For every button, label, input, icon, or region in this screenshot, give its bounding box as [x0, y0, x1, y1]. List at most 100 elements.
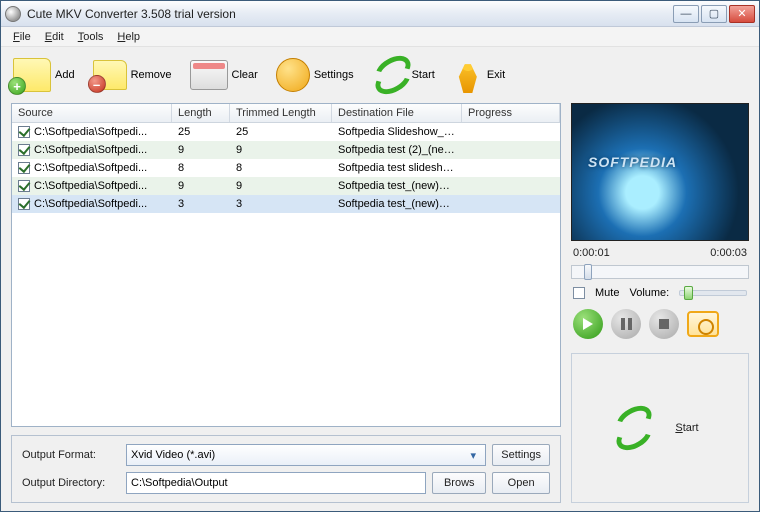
mute-checkbox[interactable] — [573, 287, 585, 299]
cell-trimmed: 9 — [230, 179, 332, 193]
browse-button[interactable]: Brows — [432, 472, 486, 494]
cell-dest: Softpedia test slidesho... — [332, 161, 462, 175]
time-current: 0:00:01 — [573, 247, 610, 259]
watermark: SOFTPEDIA — [588, 154, 677, 170]
stop-icon — [659, 319, 669, 329]
minus-icon: – — [88, 75, 106, 93]
clear-label: Clear — [232, 69, 258, 81]
row-checkbox[interactable] — [18, 198, 30, 210]
table-row[interactable]: C:\Softpedia\Softpedi...88Softpedia test… — [12, 159, 560, 177]
menu-file[interactable]: File — [7, 29, 37, 45]
cell-dest: Softpedia test_(new)_ip... — [332, 197, 462, 211]
mute-label: Mute — [595, 287, 619, 299]
table-row[interactable]: C:\Softpedia\Softpedi...99Softpedia test… — [12, 141, 560, 159]
cell-dest: Softpedia Slideshow_(n... — [332, 125, 462, 139]
toolbar: + Add – Remove Clear Settings Start Exit — [1, 47, 759, 103]
note-icon: + — [13, 58, 51, 92]
plus-icon: + — [8, 77, 26, 95]
note-icon: – — [93, 60, 127, 90]
titlebar[interactable]: Cute MKV Converter 3.508 trial version —… — [1, 1, 759, 27]
format-combo[interactable]: Xvid Video (*.avi) ▾ — [126, 444, 486, 466]
refresh-icon — [372, 58, 408, 92]
seek-thumb[interactable] — [584, 264, 592, 280]
cell-trimmed: 9 — [230, 143, 332, 157]
add-label: Add — [55, 69, 75, 81]
volume-thumb[interactable] — [684, 286, 693, 300]
pause-icon — [621, 318, 632, 330]
table-row[interactable]: C:\Softpedia\Softpedi...2525Softpedia Sl… — [12, 123, 560, 141]
cell-source: C:\Softpedia\Softpedi... — [34, 144, 147, 156]
remove-label: Remove — [131, 69, 172, 81]
cell-source: C:\Softpedia\Softpedi... — [34, 180, 147, 192]
table-row[interactable]: C:\Softpedia\Softpedi...33Softpedia test… — [12, 195, 560, 213]
cell-length: 9 — [172, 143, 230, 157]
cell-length: 3 — [172, 197, 230, 211]
format-value: Xvid Video (*.avi) — [131, 449, 215, 461]
close-button[interactable]: ✕ — [729, 5, 755, 23]
exit-button[interactable]: Exit — [453, 57, 505, 93]
snapshot-button[interactable] — [687, 311, 719, 337]
play-icon — [583, 318, 593, 330]
clear-button[interactable]: Clear — [190, 60, 258, 90]
menu-edit[interactable]: Edit — [39, 29, 70, 45]
start-button[interactable]: Start — [372, 58, 435, 92]
format-label: Output Format: — [22, 449, 120, 461]
settings-button[interactable]: Settings — [276, 58, 354, 92]
start-panel: Start — [571, 353, 749, 503]
remove-button[interactable]: – Remove — [93, 60, 172, 90]
cell-source: C:\Softpedia\Softpedi... — [34, 198, 147, 210]
start-conversion-button[interactable]: Start — [667, 417, 706, 439]
cell-trimmed: 25 — [230, 125, 332, 139]
seek-slider[interactable] — [571, 265, 749, 279]
time-total: 0:00:03 — [710, 247, 747, 259]
pause-button[interactable] — [611, 309, 641, 339]
row-checkbox[interactable] — [18, 126, 30, 138]
open-button[interactable]: Open — [492, 472, 550, 494]
exit-icon — [453, 57, 483, 93]
stop-button[interactable] — [649, 309, 679, 339]
app-window: Cute MKV Converter 3.508 trial version —… — [0, 0, 760, 512]
col-length[interactable]: Length — [172, 104, 230, 122]
list-header: Source Length Trimmed Length Destination… — [12, 104, 560, 123]
app-icon — [5, 6, 21, 22]
output-settings-button[interactable]: Settings — [492, 444, 550, 466]
cell-source: C:\Softpedia\Softpedi... — [34, 162, 147, 174]
gear-icon — [276, 58, 310, 92]
col-progress[interactable]: Progress — [462, 104, 560, 122]
refresh-icon — [613, 408, 657, 448]
exit-label: Exit — [487, 69, 505, 81]
col-trimmed[interactable]: Trimmed Length — [230, 104, 332, 122]
settings-label: Settings — [314, 69, 354, 81]
cell-source: C:\Softpedia\Softpedi... — [34, 126, 147, 138]
minimize-button[interactable]: — — [673, 5, 699, 23]
video-preview[interactable]: SOFTPEDIA — [571, 103, 749, 241]
chevron-down-icon: ▾ — [465, 447, 481, 463]
output-panel: Output Format: Xvid Video (*.avi) ▾ Sett… — [11, 435, 561, 503]
row-checkbox[interactable] — [18, 144, 30, 156]
cell-trimmed: 8 — [230, 161, 332, 175]
dir-label: Output Directory: — [22, 477, 120, 489]
cell-length: 8 — [172, 161, 230, 175]
col-source[interactable]: Source — [12, 104, 172, 122]
play-button[interactable] — [573, 309, 603, 339]
start-label: Start — [412, 69, 435, 81]
menu-tools[interactable]: Tools — [72, 29, 110, 45]
cell-trimmed: 3 — [230, 197, 332, 211]
menu-help[interactable]: Help — [111, 29, 146, 45]
volume-slider[interactable] — [679, 290, 747, 296]
row-checkbox[interactable] — [18, 180, 30, 192]
add-button[interactable]: + Add — [13, 58, 75, 92]
col-dest[interactable]: Destination File — [332, 104, 462, 122]
dir-input[interactable]: C:\Softpedia\Output — [126, 472, 426, 494]
clear-icon — [190, 60, 228, 90]
table-row[interactable]: C:\Softpedia\Softpedi...99Softpedia test… — [12, 177, 560, 195]
maximize-button[interactable]: ▢ — [701, 5, 727, 23]
file-list[interactable]: Source Length Trimmed Length Destination… — [11, 103, 561, 427]
row-checkbox[interactable] — [18, 162, 30, 174]
window-title: Cute MKV Converter 3.508 trial version — [27, 7, 673, 21]
menubar: File Edit Tools Help — [1, 27, 759, 47]
cell-length: 9 — [172, 179, 230, 193]
cell-length: 25 — [172, 125, 230, 139]
volume-label: Volume: — [629, 287, 669, 299]
cell-dest: Softpedia test_(new)_ip... — [332, 179, 462, 193]
